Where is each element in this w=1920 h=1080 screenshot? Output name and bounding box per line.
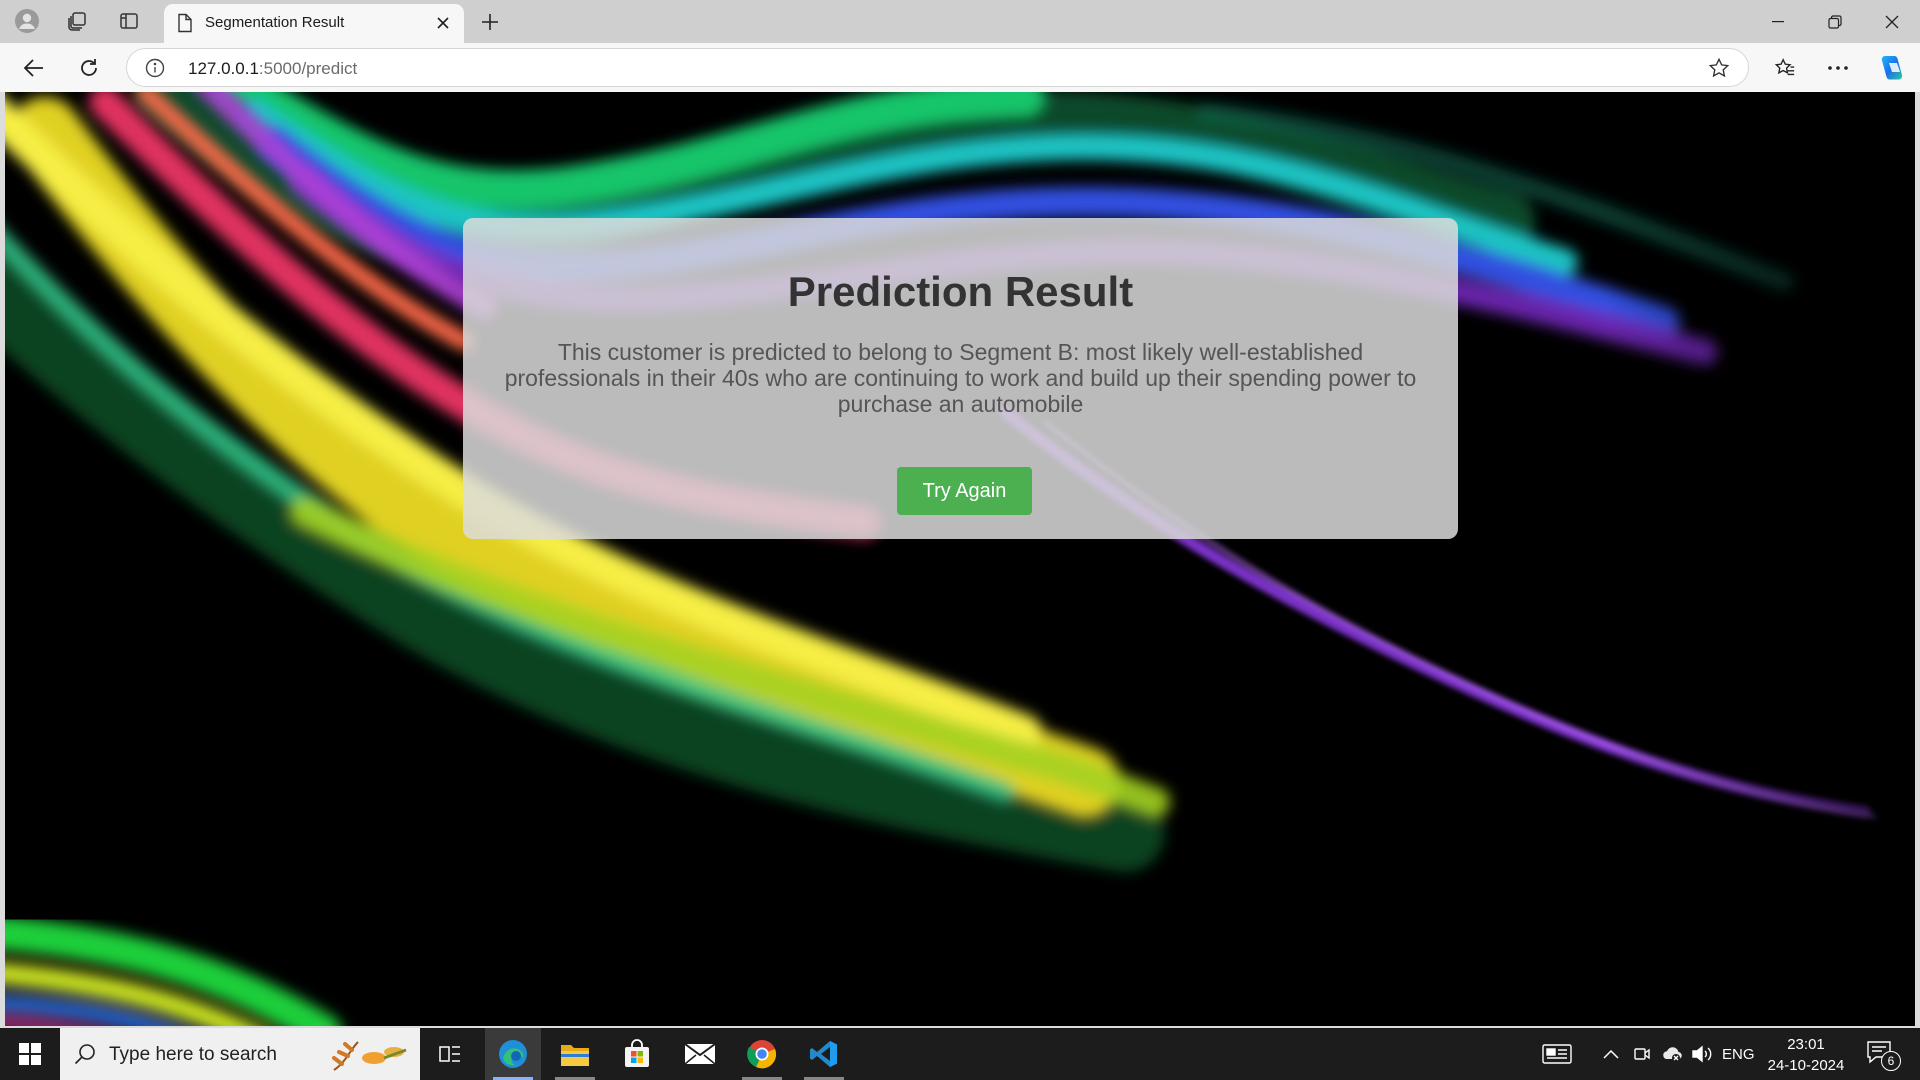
info-icon[interactable] (145, 58, 165, 83)
url-host: 127.0.0.1 (188, 59, 259, 78)
search-icon (74, 1043, 96, 1070)
mail-icon[interactable] (672, 1028, 728, 1080)
notification-icon[interactable]: 6 (1866, 1040, 1902, 1071)
network-icon[interactable] (1659, 1028, 1685, 1080)
windows-start-icon[interactable] (0, 1028, 60, 1080)
address-bar[interactable]: 127.0.0.1:5000/predict (126, 48, 1749, 87)
volume-icon[interactable] (1689, 1028, 1715, 1080)
tab-strip: Segmentation Result (0, 0, 1920, 43)
window-close-icon[interactable] (1863, 0, 1920, 43)
task-view-icon[interactable] (422, 1028, 478, 1080)
restore-icon[interactable] (1806, 0, 1863, 43)
file-explorer-icon[interactable] (547, 1028, 603, 1080)
favorite-star-icon[interactable] (1708, 57, 1730, 84)
more-icon[interactable] (1820, 50, 1856, 86)
browser-toolbar: 127.0.0.1:5000/predict (0, 43, 1920, 92)
window-controls (1749, 0, 1920, 43)
new-tab-icon[interactable] (474, 7, 506, 37)
copilot-icon[interactable] (1874, 50, 1910, 86)
workspaces-icon[interactable] (60, 6, 94, 36)
search-highlight-icon (328, 1036, 414, 1079)
result-card: Prediction Result This customer is predi… (463, 218, 1458, 539)
clock-time[interactable]: 23:01 (1768, 1036, 1844, 1053)
meet-icon[interactable] (1630, 1028, 1654, 1080)
news-icon[interactable] (1537, 1028, 1577, 1080)
taskbar-search-box[interactable]: Type here to search (60, 1028, 420, 1080)
back-icon[interactable] (16, 50, 52, 86)
try-again-button[interactable]: Try Again (897, 467, 1032, 515)
url-text: 127.0.0.1:5000/predict (188, 59, 357, 79)
favorites-icon[interactable] (1767, 50, 1803, 86)
notification-count-badge: 6 (1881, 1051, 1901, 1071)
search-placeholder: Type here to search (109, 1044, 277, 1065)
page-viewport: Prediction Result This customer is predi… (5, 92, 1915, 1026)
chevron-up-icon[interactable] (1599, 1028, 1623, 1080)
minimize-icon[interactable] (1749, 0, 1806, 43)
url-path: :5000/predict (258, 59, 358, 78)
taskbar: Type here to search ENG 23:01 24-10-2024… (0, 1028, 1920, 1080)
store-icon[interactable] (609, 1028, 665, 1080)
clock-date[interactable]: 24-10-2024 (1762, 1057, 1850, 1074)
close-icon[interactable] (432, 12, 454, 34)
prediction-message: This customer is predicted to belong to … (504, 339, 1417, 417)
profile-icon[interactable] (10, 6, 44, 36)
page-title: Prediction Result (787, 268, 1134, 315)
chrome-icon[interactable] (734, 1028, 790, 1080)
vscode-icon[interactable] (796, 1028, 852, 1080)
tab-title: Segmentation Result (205, 14, 345, 31)
language-indicator[interactable]: ENG (1722, 1046, 1755, 1063)
refresh-icon[interactable] (71, 50, 107, 86)
tab-segmentation-result[interactable]: Segmentation Result (164, 4, 464, 43)
document-icon (176, 13, 194, 38)
edge-icon[interactable] (485, 1028, 541, 1080)
tab-actions-icon[interactable] (112, 6, 146, 36)
